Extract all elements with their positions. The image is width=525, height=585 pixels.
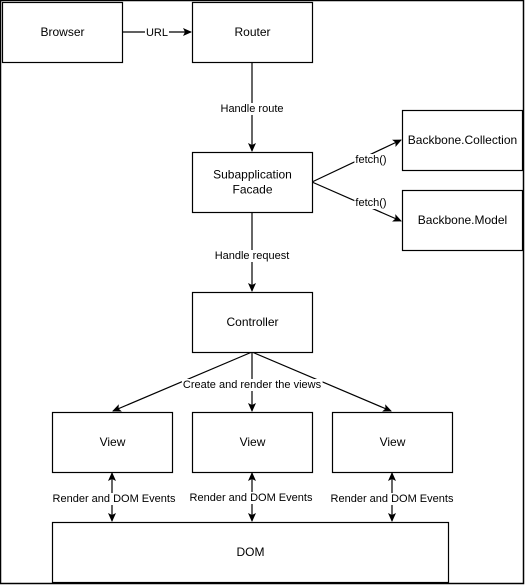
node-label: DOM [237,545,265,559]
node-router: Router [191,1,314,64]
edge-label-controller-view2: Create and render the views [183,379,322,391]
node-view3: View [331,411,454,474]
node-collection: Backbone.Collection [401,109,524,172]
node-label: Controller [226,315,278,329]
architecture-diagram: URL Handle route fetch() fetch() Handle requ… [0,0,525,585]
node-view1: View [51,411,174,474]
node-label: Subapplication [213,168,292,182]
node-controller: Controller [191,291,314,354]
edge-label-subapp-model: fetch() [355,197,386,209]
edge-label-subapp-controller: Handle request [215,250,290,262]
node-label: View [240,435,266,449]
node-label: Facade [232,183,272,197]
edge-label-browser-router: URL [146,27,168,39]
edge-label-view3-dom: Render and DOM Events [331,493,454,505]
node-dom: DOM [51,521,450,584]
node-subapp: SubapplicationFacade [191,151,314,214]
node-view2: View [191,411,314,474]
node-label: View [100,435,126,449]
edge-label-view1-dom: Render and DOM Events [53,493,176,505]
node-label: Browser [40,25,84,39]
node-label: Router [234,25,270,39]
node-model: Backbone.Model [401,189,524,252]
edge-label-router-subapp: Handle route [221,103,284,115]
edge-label-subapp-collection: fetch() [355,154,386,166]
node-label: Backbone.Model [418,213,507,227]
node-label: Backbone.Collection [408,133,517,147]
edge-label-view2-dom: Render and DOM Events [190,492,313,504]
node-label: View [380,435,406,449]
node-browser: Browser [1,1,124,64]
